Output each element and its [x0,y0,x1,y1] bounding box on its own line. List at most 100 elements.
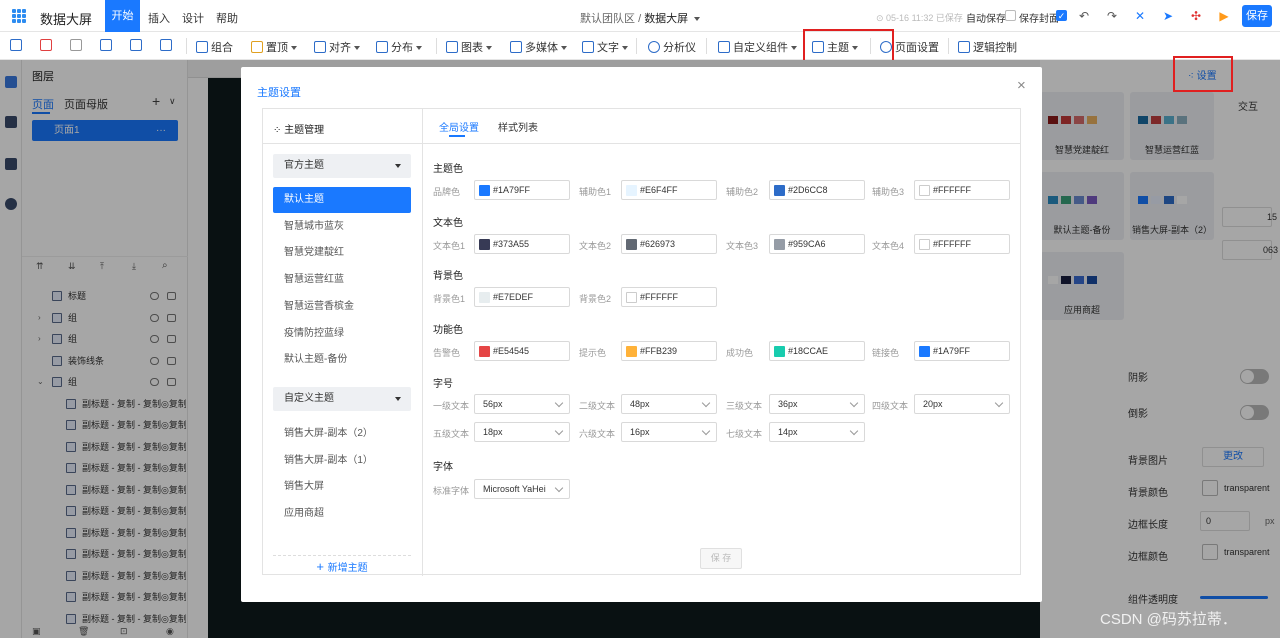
text-color-input[interactable]: #959CA6 [769,234,865,254]
text-button[interactable]: 文字 [582,39,628,55]
font-size-select[interactable]: 18px [474,422,570,442]
autosave-checkbox[interactable] [1005,10,1016,21]
group-label: 组合 [211,42,233,54]
bg-color-input[interactable]: #FFFFFF [621,287,717,307]
color-value: #18CCAE [788,346,829,356]
theme-item[interactable]: 疫情防控蓝绿 [273,321,411,347]
chart-button[interactable]: 图表 [446,39,492,55]
font-size-select[interactable]: 20px [914,394,1010,414]
theme-item[interactable]: 默认主题-备份 [273,347,411,373]
section-func-color: 功能色 [433,325,463,336]
theme-color-input[interactable]: #FFFFFF [914,180,1010,200]
group-button[interactable]: 组合 [196,39,233,55]
theme-item[interactable]: 应用商超 [273,501,411,527]
color-swatch [479,239,490,250]
share-icon[interactable]: ✣ [1186,6,1206,26]
font-size-select[interactable]: 16px [621,422,717,442]
dialog-body: ⁘ 主题管理 官方主题 默认主题 智慧城市蓝灰 智慧党建靛红 智慧运营红蓝 智慧运营香槟… [262,108,1021,576]
logic-control-button[interactable]: 逻辑控制 [958,39,1017,55]
menu-help[interactable]: 帮助 [216,10,238,26]
divider [423,143,1020,144]
divider [436,38,437,54]
bring-top-label: 置顶 [266,42,288,54]
menu-design[interactable]: 设计 [182,10,204,26]
theme-item[interactable]: 销售大屏-副本（2） [273,421,411,447]
bring-top-button[interactable]: 置顶 [251,39,297,55]
apps-grid-icon[interactable] [12,9,26,23]
save-cover-checkbox[interactable]: ✓ [1056,10,1067,21]
font-size-select[interactable]: 14px [769,422,865,442]
save-status-text: 05-16 11:32 已保存 [886,13,963,23]
save-button[interactable]: 保存 [1242,5,1272,27]
color-value: #1A79FF [493,185,531,195]
page-settings-label: 页面设置 [895,42,939,54]
theme-item[interactable]: 销售大屏 [273,474,411,500]
theme-color-input[interactable]: #E6F4FF [621,180,717,200]
top-bar: 数据大屏 开始 插入 设计 帮助 默认团队区 / 数据大屏 ⊙ 05-16 11… [0,0,1280,32]
undo-icon[interactable]: ↶ [1074,6,1094,26]
func-color-input[interactable]: #18CCAE [769,341,865,361]
text-color-input[interactable]: #FFFFFF [914,234,1010,254]
official-theme-dropdown[interactable]: 官方主题 [273,154,411,178]
func-color-input[interactable]: #1A79FF [914,341,1010,361]
format-icon[interactable] [160,39,175,52]
dialog-title: 主题设置 [257,87,301,99]
breadcrumb-current[interactable]: 数据大屏 [644,13,688,25]
bg-color-input[interactable]: #E7EDEF [474,287,570,307]
align-button[interactable]: 对齐 [314,39,360,55]
color-swatch [626,346,637,357]
analyzer-button[interactable]: 分析仪 [648,39,696,55]
font-select[interactable]: Microsoft YaHei [474,479,570,499]
menu-insert[interactable]: 插入 [148,10,170,26]
font-size-label: 一级文本 [433,401,470,411]
add-theme-button[interactable]: + 新增主题 [273,555,411,575]
theme-color-input[interactable]: #2D6CC8 [769,180,865,200]
send-icon[interactable]: ➤ [1158,6,1178,26]
color-label: 文本色1 [433,241,466,251]
text-color-input[interactable]: #373A55 [474,234,570,254]
func-color-input[interactable]: #E54545 [474,341,570,361]
font-size-select[interactable]: 36px [769,394,865,414]
theme-color-input[interactable]: #1A79FF [474,180,570,200]
font-size-select[interactable]: 48px [621,394,717,414]
chevron-down-icon [554,483,564,493]
color-label: 链接色 [872,348,900,358]
color-swatch [774,239,785,250]
dialog-save-button[interactable]: 保 存 [700,548,742,569]
custom-theme-label: 自定义主题 [284,393,334,404]
font-size-value: 14px [778,427,798,437]
theme-item[interactable]: 智慧运营红蓝 [273,267,411,293]
plus-icon: + [316,559,328,574]
distribute-label: 分布 [391,42,413,54]
delete-icon[interactable] [40,39,55,52]
brush-icon[interactable] [130,39,145,52]
theme-item[interactable]: 智慧城市蓝灰 [273,214,411,240]
copy-icon[interactable] [10,39,25,52]
chevron-down-icon[interactable] [694,17,701,21]
preview-play-icon[interactable]: ▶ [1214,6,1234,26]
theme-item[interactable]: 默认主题 [273,187,411,213]
font-size-select[interactable]: 56px [474,394,570,414]
custom-component-button[interactable]: 自定义组件 [718,39,797,55]
menu-start[interactable]: 开始 [105,0,140,32]
redo-icon[interactable]: ↷ [1102,6,1122,26]
theme-item[interactable]: 智慧运营香槟金 [273,294,411,320]
tab-global-settings[interactable]: 全局设置 [439,119,479,134]
func-color-input[interactable]: #FFB239 [621,341,717,361]
theme-item[interactable]: 销售大屏-副本（1） [273,448,411,474]
shuffle-icon[interactable]: ✕ [1130,6,1150,26]
text-color-input[interactable]: #626973 [621,234,717,254]
theme-item[interactable]: 智慧党建靛红 [273,240,411,266]
distribute-button[interactable]: 分布 [376,39,422,55]
color-label: 提示色 [579,348,607,358]
custom-theme-dropdown[interactable]: 自定义主题 [273,387,411,411]
font-size-label: 四级文本 [872,401,909,411]
chevron-down-icon [701,426,711,436]
media-button[interactable]: 多媒体 [510,39,567,55]
breadcrumb-team[interactable]: 默认团队区 [580,13,635,25]
color-swatch [626,292,637,303]
eraser-icon[interactable] [70,39,85,52]
close-icon[interactable]: × [1017,77,1026,94]
edit-icon[interactable] [100,39,115,52]
tab-style-list[interactable]: 样式列表 [498,119,538,134]
